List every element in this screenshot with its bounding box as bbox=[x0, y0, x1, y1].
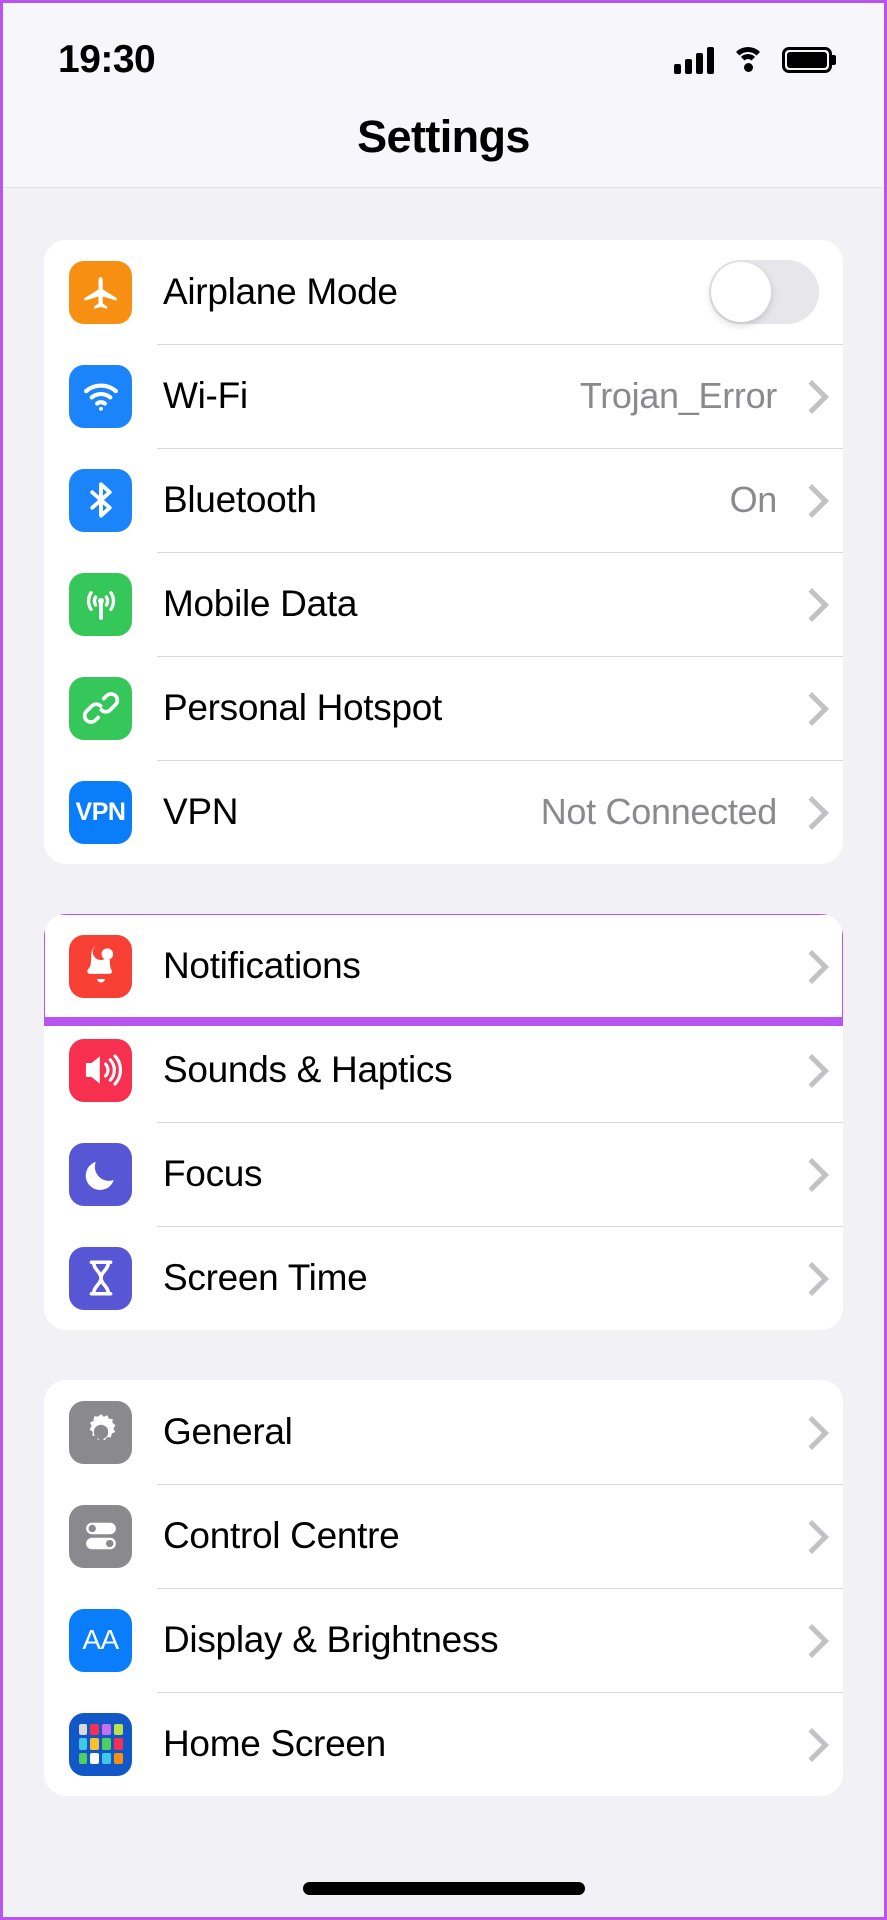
speaker-waves-icon bbox=[69, 1038, 132, 1102]
bluetooth-icon bbox=[69, 468, 132, 532]
chevron-right-icon bbox=[799, 1415, 819, 1449]
settings-row-bluetooth[interactable]: Bluetooth On bbox=[44, 448, 843, 552]
settings-row-control-centre[interactable]: Control Centre bbox=[44, 1484, 843, 1588]
settings-row-airplane-mode[interactable]: Airplane Mode bbox=[44, 240, 843, 344]
vpn-status-value: Not Connected bbox=[540, 791, 778, 832]
vpn-icon: VPN bbox=[69, 780, 132, 844]
gear-icon bbox=[69, 1400, 132, 1464]
wifi-icon bbox=[69, 364, 132, 428]
chevron-right-icon bbox=[799, 1519, 819, 1553]
sliders-icon bbox=[69, 1504, 132, 1568]
chevron-right-icon bbox=[799, 691, 819, 725]
settings-row-general[interactable]: General bbox=[44, 1380, 843, 1484]
signal-bars-icon bbox=[674, 46, 714, 74]
settings-card: Notifications Sounds & Haptics Focus Scr… bbox=[44, 914, 843, 1330]
settings-row-sounds-haptics[interactable]: Sounds & Haptics bbox=[44, 1018, 843, 1122]
settings-row-label: Control Centre bbox=[163, 1515, 400, 1556]
settings-row-label: Wi-Fi bbox=[163, 375, 248, 416]
settings-row-vpn[interactable]: VPN VPN Not Connected bbox=[44, 760, 843, 864]
settings-row-focus[interactable]: Focus bbox=[44, 1122, 843, 1226]
settings-row-label: Notifications bbox=[163, 945, 361, 986]
settings-group-connectivity: Airplane Mode Wi-Fi Trojan_Error Bluetoo… bbox=[44, 240, 843, 864]
settings-row-label: Sounds & Haptics bbox=[163, 1049, 453, 1090]
settings-row-label: Bluetooth bbox=[163, 479, 317, 520]
home-indicator[interactable] bbox=[302, 1882, 585, 1895]
chevron-right-icon bbox=[799, 483, 819, 517]
chevron-right-icon bbox=[799, 587, 819, 621]
settings-row-label: Personal Hotspot bbox=[163, 687, 443, 728]
settings-row-label: Focus bbox=[163, 1153, 263, 1194]
hourglass-icon bbox=[69, 1246, 132, 1310]
settings-row-label: Mobile Data bbox=[163, 583, 358, 624]
settings-card: Airplane Mode Wi-Fi Trojan_Error Bluetoo… bbox=[44, 240, 843, 864]
settings-row-label: Home Screen bbox=[163, 1723, 386, 1764]
chevron-right-icon bbox=[799, 949, 819, 983]
settings-row-label: Screen Time bbox=[163, 1257, 368, 1298]
settings-row-label: Airplane Mode bbox=[163, 271, 398, 312]
settings-row-personal-hotspot[interactable]: Personal Hotspot bbox=[44, 656, 843, 760]
settings-row-wifi[interactable]: Wi-Fi Trojan_Error bbox=[44, 344, 843, 448]
status-bar-time: 19:30 bbox=[58, 38, 156, 81]
chevron-right-icon bbox=[799, 1727, 819, 1761]
moon-icon bbox=[69, 1142, 132, 1206]
chevron-right-icon bbox=[799, 1157, 819, 1191]
chevron-right-icon bbox=[799, 1623, 819, 1657]
chevron-right-icon bbox=[799, 1261, 819, 1295]
chevron-right-icon bbox=[799, 1053, 819, 1087]
wifi-icon bbox=[731, 47, 765, 73]
settings-row-display-brightness[interactable]: AA Display & Brightness bbox=[44, 1588, 843, 1692]
settings-list[interactable]: Airplane Mode Wi-Fi Trojan_Error Bluetoo… bbox=[3, 240, 884, 1917]
bluetooth-status-value: On bbox=[729, 479, 778, 520]
bell-badge-icon bbox=[69, 934, 132, 998]
text-size-icon: AA bbox=[69, 1608, 132, 1672]
settings-group-system: General Control Centre AA Display & Brig… bbox=[44, 1380, 843, 1796]
toggle-knob bbox=[711, 262, 771, 322]
settings-group-alerts: Notifications Sounds & Haptics Focus Scr… bbox=[44, 914, 843, 1330]
status-bar-indicators bbox=[674, 46, 832, 74]
navigation-bar: Settings bbox=[3, 111, 884, 188]
chevron-right-icon bbox=[799, 795, 819, 829]
settings-card: General Control Centre AA Display & Brig… bbox=[44, 1380, 843, 1796]
page-title: Settings bbox=[357, 111, 530, 162]
airplane-mode-toggle[interactable] bbox=[709, 260, 819, 324]
settings-row-notifications[interactable]: Notifications bbox=[44, 914, 843, 1026]
wifi-network-value: Trojan_Error bbox=[579, 375, 777, 416]
settings-row-mobile-data[interactable]: Mobile Data bbox=[44, 552, 843, 656]
settings-row-label: Display & Brightness bbox=[163, 1619, 499, 1660]
settings-row-label: VPN bbox=[163, 791, 239, 832]
airplane-icon bbox=[69, 260, 132, 324]
settings-row-label: General bbox=[163, 1411, 293, 1452]
status-bar: 19:30 bbox=[3, 3, 884, 111]
settings-row-home-screen[interactable]: Home Screen bbox=[44, 1692, 843, 1796]
battery-full-icon bbox=[782, 47, 832, 73]
iphone-settings-screenshot: 19:30 Settings Airplane Mode Wi-Fi Troja… bbox=[0, 0, 887, 1920]
hotspot-icon bbox=[69, 676, 132, 740]
cellular-icon bbox=[69, 572, 132, 636]
chevron-right-icon bbox=[799, 379, 819, 413]
settings-row-screen-time[interactable]: Screen Time bbox=[44, 1226, 843, 1330]
app-grid-icon bbox=[69, 1712, 132, 1776]
